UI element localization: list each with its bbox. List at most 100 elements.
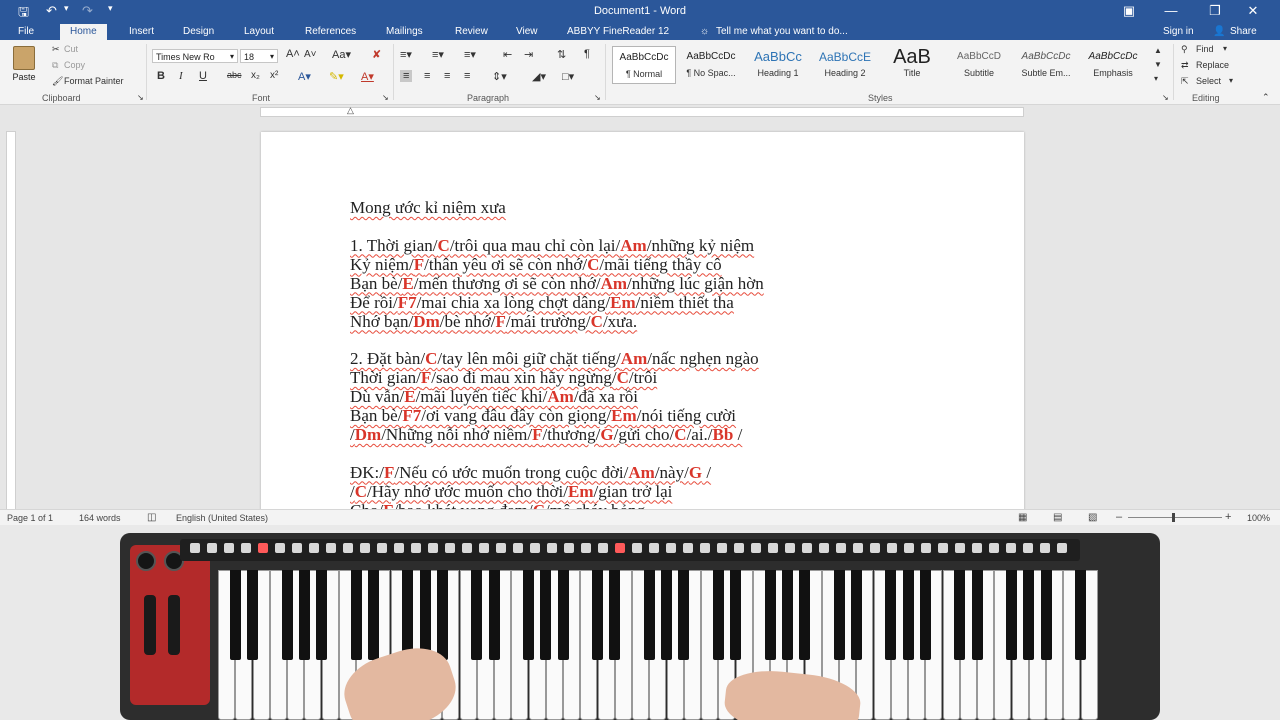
show-formatting-icon[interactable]: ¶: [584, 48, 590, 60]
panel-button: [479, 543, 489, 553]
proofing-icon[interactable]: ◫: [147, 512, 156, 523]
black-key: [661, 570, 672, 660]
panel-button: [190, 543, 200, 553]
italic-icon[interactable]: I: [179, 70, 183, 82]
tab-file[interactable]: File: [18, 26, 34, 37]
tab-review[interactable]: Review: [455, 26, 488, 37]
clear-formatting-icon[interactable]: ✘: [372, 48, 381, 61]
find-button[interactable]: Find: [1196, 44, 1214, 54]
mod-wheel: [168, 595, 180, 655]
increase-indent-icon[interactable]: ⇥: [524, 48, 533, 61]
style-subtle-emphasis[interactable]: AaBbCcDc Subtle Em...: [1014, 46, 1078, 84]
align-center-icon[interactable]: ≡: [424, 70, 430, 82]
sign-in-link[interactable]: Sign in: [1163, 26, 1194, 37]
zoom-in-icon[interactable]: +: [1225, 511, 1231, 523]
zoom-slider-thumb[interactable]: [1172, 513, 1175, 522]
language-indicator[interactable]: English (United States): [176, 513, 268, 523]
justify-icon[interactable]: ≡: [464, 70, 470, 82]
ribbon-display-icon[interactable]: ▣: [1114, 3, 1144, 19]
format-painter-button[interactable]: Format Painter: [64, 76, 124, 86]
align-left-icon[interactable]: ≡: [400, 70, 413, 82]
style-subtitle[interactable]: AaBbCcD Subtitle: [947, 46, 1011, 84]
chord: C: [437, 235, 450, 255]
replace-button[interactable]: Replace: [1196, 60, 1229, 70]
highlight-icon[interactable]: ✎▾: [329, 70, 344, 83]
multilevel-list-icon[interactable]: ≡▾: [464, 48, 476, 61]
underline-icon[interactable]: U: [199, 70, 207, 82]
window-title: Document1 - Word: [593, 5, 687, 17]
vertical-ruler[interactable]: [6, 131, 16, 509]
share-button[interactable]: Share: [1230, 26, 1257, 37]
black-key: [592, 570, 603, 660]
copy-button[interactable]: Copy: [64, 60, 85, 70]
numbering-icon[interactable]: ≡▾: [432, 48, 444, 61]
tab-references[interactable]: References: [305, 26, 356, 37]
styles-more-icon[interactable]: ▾: [1154, 74, 1158, 83]
styles-launcher-icon[interactable]: ↘: [1162, 93, 1169, 102]
sort-icon[interactable]: ⇅: [557, 48, 566, 61]
clipboard-launcher-icon[interactable]: ↘: [137, 93, 144, 102]
style-no-spacing[interactable]: AaBbCcDc ¶ No Spac...: [679, 46, 743, 84]
word-count[interactable]: 164 words: [79, 513, 121, 523]
black-key: [609, 570, 621, 660]
tell-me-input[interactable]: Tell me what you want to do...: [716, 26, 848, 37]
document-page[interactable]: Mong ước kỉ niệm xưa 1. Thời gian/C/trôi …: [261, 132, 1024, 509]
line-spacing-icon[interactable]: ⇕▾: [492, 70, 507, 83]
styles-scroll-down-icon[interactable]: ▼: [1154, 60, 1162, 69]
divider: [605, 44, 606, 100]
style-normal[interactable]: AaBbCcDc ¶ Normal: [612, 46, 676, 84]
document-body[interactable]: Mong ước kỉ niệm xưa 1. Thời gian/C/trôi …: [350, 198, 970, 509]
font-size-combo[interactable]: 18 ▾: [240, 49, 278, 63]
page-count[interactable]: Page 1 of 1: [7, 513, 53, 523]
web-layout-icon[interactable]: ▧: [1088, 512, 1097, 523]
tab-home[interactable]: Home: [60, 24, 107, 40]
tab-mailings[interactable]: Mailings: [386, 26, 423, 37]
style-title[interactable]: AaB Title: [880, 46, 944, 84]
tab-view[interactable]: View: [516, 26, 538, 37]
horizontal-ruler[interactable]: △: [260, 105, 1024, 117]
editing-group-label: Editing: [1192, 93, 1220, 103]
paragraph-launcher-icon[interactable]: ↘: [594, 93, 601, 102]
select-button[interactable]: Select: [1196, 76, 1221, 86]
tab-abbyy[interactable]: ABBYY FineReader 12: [567, 26, 669, 37]
bullets-icon[interactable]: ≡▾: [400, 48, 412, 61]
decrease-indent-icon[interactable]: ⇤: [503, 48, 512, 61]
black-key: [419, 570, 431, 660]
style-heading-1[interactable]: AaBbCc Heading 1: [746, 46, 810, 84]
read-mode-icon[interactable]: ▦: [1018, 512, 1027, 523]
tab-layout[interactable]: Layout: [244, 26, 274, 37]
change-case-icon[interactable]: Aa▾: [332, 48, 351, 61]
zoom-level[interactable]: 100%: [1247, 513, 1270, 523]
bold-icon[interactable]: B: [157, 70, 165, 82]
zoom-slider[interactable]: [1128, 513, 1222, 522]
align-right-icon[interactable]: ≡: [444, 70, 450, 82]
black-key: [730, 570, 741, 660]
collapse-ribbon-icon[interactable]: ⌃: [1262, 92, 1270, 103]
font-launcher-icon[interactable]: ↘: [382, 93, 389, 102]
print-layout-icon[interactable]: ▤: [1053, 512, 1062, 523]
shading-icon[interactable]: ◢▾: [532, 70, 546, 83]
indent-marker-icon[interactable]: △: [347, 105, 354, 116]
grow-font-icon[interactable]: A˄: [286, 48, 300, 60]
strikethrough-icon[interactable]: abc: [227, 70, 242, 80]
minimize-icon[interactable]: —: [1156, 3, 1186, 18]
borders-icon[interactable]: □▾: [562, 70, 574, 83]
tab-design[interactable]: Design: [183, 26, 214, 37]
zoom-out-icon[interactable]: –: [1116, 511, 1122, 523]
shrink-font-icon[interactable]: A˅: [304, 49, 317, 60]
style-heading-2[interactable]: AaBbCcE Heading 2: [813, 46, 877, 84]
tab-insert[interactable]: Insert: [129, 26, 154, 37]
style-name: Subtitle: [963, 68, 995, 78]
superscript-icon[interactable]: x²: [270, 70, 278, 81]
close-icon[interactable]: ✕: [1238, 3, 1268, 19]
font-color-icon[interactable]: A▾: [361, 70, 374, 83]
paste-button[interactable]: Paste: [8, 44, 40, 88]
cut-button[interactable]: Cut: [64, 44, 78, 54]
style-emphasis[interactable]: AaBbCcDc Emphasis: [1081, 46, 1145, 84]
text-effects-icon[interactable]: A▾: [298, 70, 311, 83]
restore-icon[interactable]: ❐: [1200, 3, 1230, 19]
styles-scroll-up-icon[interactable]: ▲: [1154, 46, 1162, 55]
black-key: [367, 570, 379, 660]
subscript-icon[interactable]: x₂: [251, 70, 260, 81]
font-name-combo[interactable]: Times New Ro ▾: [152, 49, 238, 63]
